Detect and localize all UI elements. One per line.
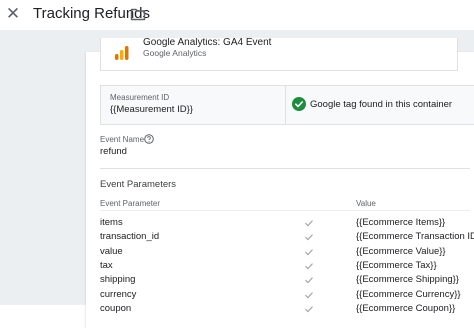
table-row[interactable]: tax {{Ecommerce Tax}} xyxy=(86,260,474,274)
parameter-value: {{Ecommerce Value}} xyxy=(356,245,446,257)
column-header-parameter: Event Parameter xyxy=(100,199,161,208)
editor-backdrop: Google Analytics: GA4 Event Google Analy… xyxy=(0,30,474,328)
parameter-value: {{Ecommerce Shipping}} xyxy=(356,274,459,286)
parameter-name: items xyxy=(100,217,123,228)
parameter-value: {{Ecommerce Currency}} xyxy=(356,288,461,300)
parameter-name: coupon xyxy=(100,302,132,314)
top-bar: ✕ Tracking Refunds xyxy=(0,0,474,30)
check-icon xyxy=(305,306,313,313)
check-icon xyxy=(305,220,313,227)
event-parameters-title: Event Parameters xyxy=(100,179,177,190)
parameter-value: {{Ecommerce Transaction ID}} xyxy=(356,231,474,243)
measurement-id-value[interactable]: {{Measurement ID}} xyxy=(110,104,193,115)
divider xyxy=(285,86,286,124)
measurement-id-box: Measurement ID {{Measurement ID}} Google… xyxy=(100,85,474,125)
help-icon[interactable] xyxy=(144,134,154,144)
event-name-label: Event Name xyxy=(100,135,145,144)
check-icon xyxy=(305,291,313,298)
tag-type-name: Google Analytics: GA4 Event xyxy=(143,38,272,48)
measurement-id-label: Measurement ID xyxy=(110,93,170,102)
tag-configuration-panel: Google Analytics: GA4 Event Google Analy… xyxy=(86,38,474,328)
check-icon xyxy=(305,263,313,270)
parameter-name: transaction_id xyxy=(100,231,160,243)
parameter-name: currency xyxy=(100,288,137,300)
header-divider xyxy=(100,210,470,211)
section-divider xyxy=(100,168,470,169)
table-row[interactable]: value {{Ecommerce Value}} xyxy=(86,246,474,260)
parameter-name: value xyxy=(100,245,123,257)
tag-type-subtitle: Google Analytics xyxy=(143,48,207,58)
check-icon xyxy=(305,248,313,255)
column-header-value: Value xyxy=(356,199,376,208)
table-row[interactable]: shipping {{Ecommerce Shipping}} xyxy=(86,274,474,288)
table-row[interactable]: currency {{Ecommerce Currency}} xyxy=(86,289,474,303)
parameter-value: {{Ecommerce Coupon}} xyxy=(356,302,456,314)
check-icon xyxy=(305,277,313,284)
parameter-value: {{Ecommerce Tax}} xyxy=(356,259,437,271)
parameter-name: tax xyxy=(100,259,113,271)
table-row[interactable]: items {{Ecommerce Items}} xyxy=(86,217,474,231)
close-icon[interactable]: ✕ xyxy=(4,5,22,23)
event-name-value[interactable]: refund xyxy=(100,146,127,157)
parameter-name: shipping xyxy=(100,274,136,286)
parameter-value: {{Ecommerce Items}} xyxy=(356,217,446,228)
google-analytics-icon xyxy=(115,46,129,60)
tag-type-card[interactable]: Google Analytics: GA4 Event Google Analy… xyxy=(100,38,458,71)
table-row[interactable]: transaction_id {{Ecommerce Transaction ID… xyxy=(86,231,474,245)
check-icon xyxy=(305,234,313,241)
check-circle-icon xyxy=(292,97,306,111)
folder-icon[interactable] xyxy=(130,7,146,21)
google-tag-status: Google tag found in this container xyxy=(310,99,453,110)
